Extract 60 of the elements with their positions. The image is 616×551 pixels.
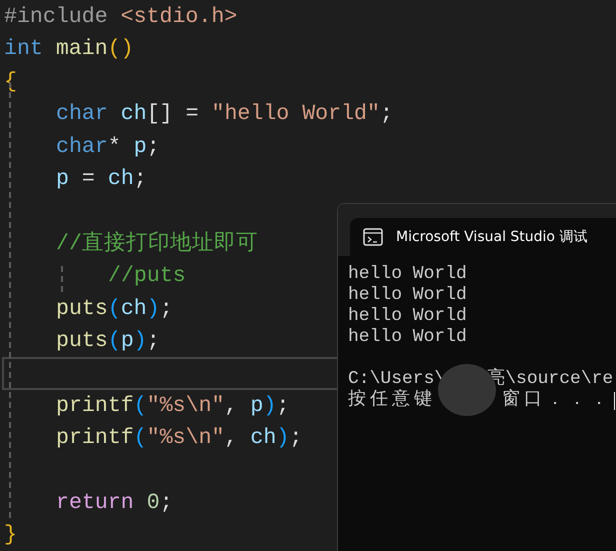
console-output: hello World	[348, 306, 468, 327]
variable-name: p	[120, 328, 134, 355]
variable-name: ch	[108, 166, 134, 193]
code-text: ;	[146, 134, 160, 161]
keyword: return	[56, 490, 135, 517]
variable-name: ch	[250, 425, 276, 452]
code-text: ;	[276, 392, 290, 420]
code-text: ;	[380, 101, 393, 128]
parenthesis: (	[134, 425, 147, 452]
console-output: hello World	[348, 264, 468, 285]
parenthesis: )	[134, 328, 147, 355]
indent-guide	[61, 266, 63, 292]
console-tab[interactable]: Microsoft Visual Studio 调试	[350, 218, 616, 256]
code-text: ;	[160, 490, 173, 517]
parenthesis: (	[108, 328, 121, 355]
text-cursor	[614, 392, 615, 410]
keyword: int	[4, 36, 44, 64]
terminal-icon	[363, 228, 383, 246]
console-title: Microsoft Visual Studio 调试	[396, 228, 588, 246]
parenthesis: )	[263, 392, 276, 420]
code-text: ;	[146, 328, 160, 355]
keyword: char	[56, 134, 108, 161]
code-text: ,	[224, 392, 238, 420]
variable-name: ch	[120, 101, 147, 128]
brace: }	[4, 522, 17, 550]
preprocessor-directive: #include	[4, 4, 109, 31]
variable-name: p	[250, 392, 264, 420]
code-text: =	[80, 166, 96, 193]
code-text: ;	[160, 296, 173, 323]
variable-name: ch	[120, 296, 147, 323]
function-name: puts	[56, 296, 108, 323]
keyword: char	[56, 101, 109, 128]
function-name: main	[56, 36, 108, 64]
code-text: ;	[289, 425, 302, 452]
function-name: printf	[56, 392, 134, 420]
code-text: *	[108, 134, 122, 161]
parenthesis: )	[276, 425, 290, 452]
code-text: ,	[224, 425, 238, 452]
console-prompt: 按任意键	[348, 390, 436, 411]
console-output: hello World	[348, 285, 468, 306]
parenthesis: (	[134, 392, 147, 420]
console-prompt: 窗口．．．	[502, 390, 612, 411]
code-comment: //直接打印地址即可	[56, 230, 258, 258]
parenthesis: (	[108, 296, 121, 323]
string-literal: "%s\n"	[146, 392, 224, 420]
code-comment: //puts	[108, 263, 186, 290]
parenthesis: )	[146, 296, 160, 323]
string-literal: "%s\n"	[146, 425, 224, 452]
string-literal: "hello World"	[212, 101, 380, 128]
function-name: puts	[56, 328, 108, 355]
function-name: printf	[56, 425, 134, 452]
header-name: <stdio.h>	[120, 4, 238, 31]
number-literal: 0	[146, 490, 160, 517]
code-text: ;	[134, 166, 147, 193]
variable-name: p	[56, 166, 69, 193]
brace: ()	[108, 36, 134, 64]
variable-name: p	[134, 134, 147, 161]
console-output: hello World	[348, 327, 468, 348]
console-path: C:\Users\	[348, 369, 446, 389]
code-text: [] =	[146, 101, 200, 128]
